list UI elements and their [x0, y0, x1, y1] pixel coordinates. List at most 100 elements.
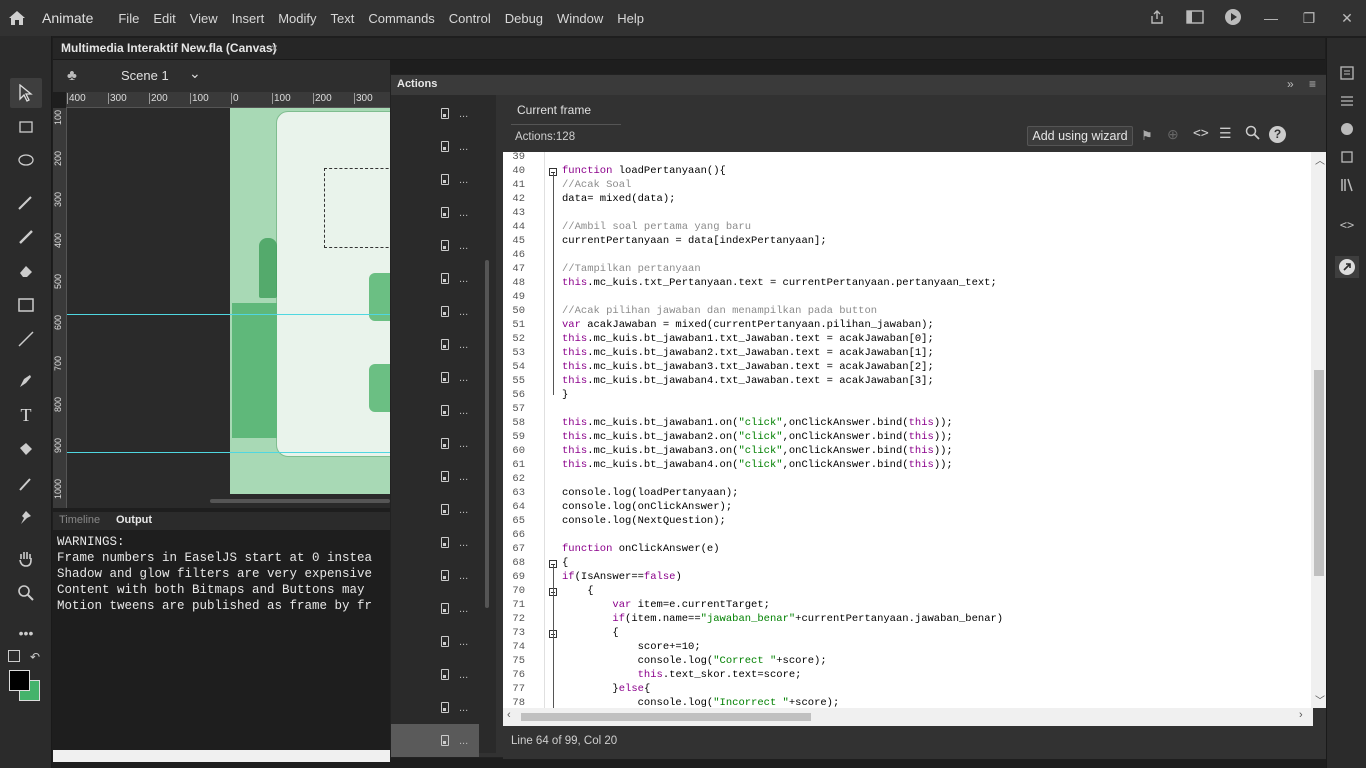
code-line[interactable]: this.mc_kuis.bt_jawaban2.txt_Jawaban.tex…	[562, 347, 934, 359]
menu-modify[interactable]: Modify	[271, 11, 323, 26]
code-line[interactable]: if(IsAnswer==false)	[562, 571, 682, 583]
code-line[interactable]: function loadPertanyaan(){	[562, 165, 726, 177]
code-line[interactable]: console.log("Correct "+score);	[562, 655, 827, 667]
close-tab-icon[interactable]: ×	[271, 41, 278, 55]
rectangle-tool-icon[interactable]	[10, 290, 42, 320]
frame-list-item[interactable]: ...	[391, 394, 479, 427]
workspace-icon[interactable]	[1176, 9, 1214, 27]
frame-list-item[interactable]: ...	[391, 691, 479, 724]
code-snippets-panel-icon[interactable]: <>	[1335, 214, 1359, 236]
menu-text[interactable]: Text	[323, 11, 361, 26]
align-icon[interactable]	[1335, 90, 1359, 112]
properties-icon[interactable]	[1335, 62, 1359, 84]
format-code-icon[interactable]: ☰	[1219, 125, 1232, 142]
frame-list-scrollbar[interactable]	[485, 260, 489, 608]
document-tab[interactable]: Multimedia Interaktif New.fla (Canvas) ×	[53, 38, 1325, 60]
code-line[interactable]: this.text_skor.text=score;	[562, 669, 802, 681]
frame-list-item[interactable]: ...	[391, 163, 479, 196]
menu-help[interactable]: Help	[610, 11, 651, 26]
scene-label[interactable]: Scene 1	[121, 68, 169, 83]
frame-list-item[interactable]: ...	[391, 592, 479, 625]
eyedropper-tool-icon[interactable]	[10, 468, 42, 498]
line-tool-icon[interactable]	[10, 324, 42, 354]
frame-list-item[interactable]: ...	[391, 196, 479, 229]
code-line[interactable]: this.mc_kuis.bt_jawaban1.txt_Jawaban.tex…	[562, 333, 934, 345]
code-line[interactable]: //Acak pilihan jawaban dan menampilkan p…	[562, 305, 877, 317]
more-tools-icon[interactable]: •••	[10, 618, 42, 648]
menu-control[interactable]: Control	[442, 11, 498, 26]
frame-list-item[interactable]: ...	[391, 97, 479, 130]
code-line[interactable]: }else{	[562, 683, 650, 695]
collapse-icon[interactable]: »	[1287, 77, 1294, 91]
panel-menu-icon[interactable]: ≡	[1309, 77, 1316, 91]
code-line[interactable]: {	[562, 557, 568, 569]
play-icon[interactable]	[1214, 8, 1252, 29]
code-line[interactable]: score+=10;	[562, 641, 701, 653]
code-editor[interactable]: 39 40 function loadPertanyaan(){41 //Acak S…	[503, 152, 1313, 708]
code-line[interactable]: }	[562, 389, 568, 401]
frame-list-item[interactable]: ...	[391, 493, 479, 526]
menu-file[interactable]: File	[111, 11, 146, 26]
frame-list-item[interactable]: ...	[391, 130, 479, 163]
hand-tool-icon[interactable]	[10, 544, 42, 574]
menu-commands[interactable]: Commands	[361, 11, 441, 26]
color-icon[interactable]	[1335, 118, 1359, 140]
frame-list-item[interactable]: ...	[391, 460, 479, 493]
code-line[interactable]: var acakJawaban = mixed(currentPertanyaa…	[562, 319, 934, 331]
frame-list-item[interactable]: ...	[391, 427, 479, 460]
frame-list-item[interactable]: ...	[391, 526, 479, 559]
code-line[interactable]: console.log(onClickAnswer);	[562, 501, 732, 513]
frame-list-item[interactable]: ...	[391, 724, 479, 757]
pen-tool-icon[interactable]	[10, 366, 42, 396]
search-icon[interactable]	[1245, 125, 1260, 143]
selection-tool-icon[interactable]	[10, 78, 42, 108]
tab-timeline[interactable]: Timeline	[59, 514, 100, 526]
zoom-tool-icon[interactable]	[10, 578, 42, 608]
add-using-wizard-button[interactable]: Add using wizard	[1027, 126, 1133, 146]
frame-list-item[interactable]: ...	[391, 262, 479, 295]
code-line[interactable]: console.log(NextQuestion);	[562, 515, 726, 527]
frame-list-item[interactable]: ...	[391, 658, 479, 691]
stroke-color-swatch[interactable]	[9, 670, 30, 691]
share-icon[interactable]	[1138, 9, 1176, 28]
code-line[interactable]: data= mixed(data);	[562, 193, 675, 205]
code-line[interactable]: this.mc_kuis.bt_jawaban3.txt_Jawaban.tex…	[562, 361, 934, 373]
menu-debug[interactable]: Debug	[498, 11, 550, 26]
code-line[interactable]: //Tampilkan pertanyaan	[562, 263, 701, 275]
scroll-up-icon[interactable]: ︿	[1315, 152, 1325, 167]
code-vertical-thumb[interactable]	[1314, 370, 1324, 576]
frame-list-item[interactable]: ...	[391, 361, 479, 394]
code-line[interactable]: //Ambil soal pertama yang baru	[562, 221, 751, 233]
scroll-right-icon[interactable]: ›	[1299, 709, 1303, 721]
home-icon[interactable]	[0, 0, 34, 36]
code-line[interactable]: this.mc_kuis.txt_Pertanyaan.text = curre…	[562, 277, 997, 289]
target-icon[interactable]: ⊕	[1167, 126, 1179, 143]
paint-brush-tool-icon[interactable]	[10, 188, 42, 218]
stage[interactable]	[67, 108, 390, 508]
frame-list-item[interactable]: ...	[391, 328, 479, 361]
actions-panel-icon[interactable]	[1335, 256, 1359, 278]
minimize-icon[interactable]: —	[1252, 10, 1290, 26]
help-icon[interactable]: ?	[1269, 126, 1286, 143]
lasso-tool-icon[interactable]	[10, 146, 42, 176]
menu-edit[interactable]: Edit	[146, 11, 182, 26]
pin-script-icon[interactable]: ⚑	[1141, 128, 1153, 144]
eraser-tool-icon[interactable]	[10, 256, 42, 286]
pin-tool-icon[interactable]	[10, 502, 42, 532]
library-icon[interactable]	[1335, 174, 1359, 196]
frame-list-item[interactable]: ...	[391, 625, 479, 658]
code-line[interactable]: {	[562, 627, 618, 639]
scroll-down-icon[interactable]: ﹀	[1315, 692, 1325, 707]
menu-window[interactable]: Window	[550, 11, 610, 26]
menu-insert[interactable]: Insert	[225, 11, 272, 26]
code-line[interactable]: this.mc_kuis.bt_jawaban4.on("click",onCl…	[562, 459, 953, 471]
frame-list-item[interactable]: ...	[391, 295, 479, 328]
brush-tool-icon[interactable]	[10, 222, 42, 252]
paint-bucket-tool-icon[interactable]	[10, 434, 42, 464]
chevron-down-icon[interactable]: ⌄	[189, 65, 201, 82]
current-frame-label[interactable]: Current frame	[517, 103, 591, 117]
stage-hscroll[interactable]	[210, 499, 390, 503]
menu-view[interactable]: View	[183, 11, 225, 26]
free-transform-tool-icon[interactable]	[10, 112, 42, 142]
scroll-left-icon[interactable]: ‹	[507, 709, 511, 721]
